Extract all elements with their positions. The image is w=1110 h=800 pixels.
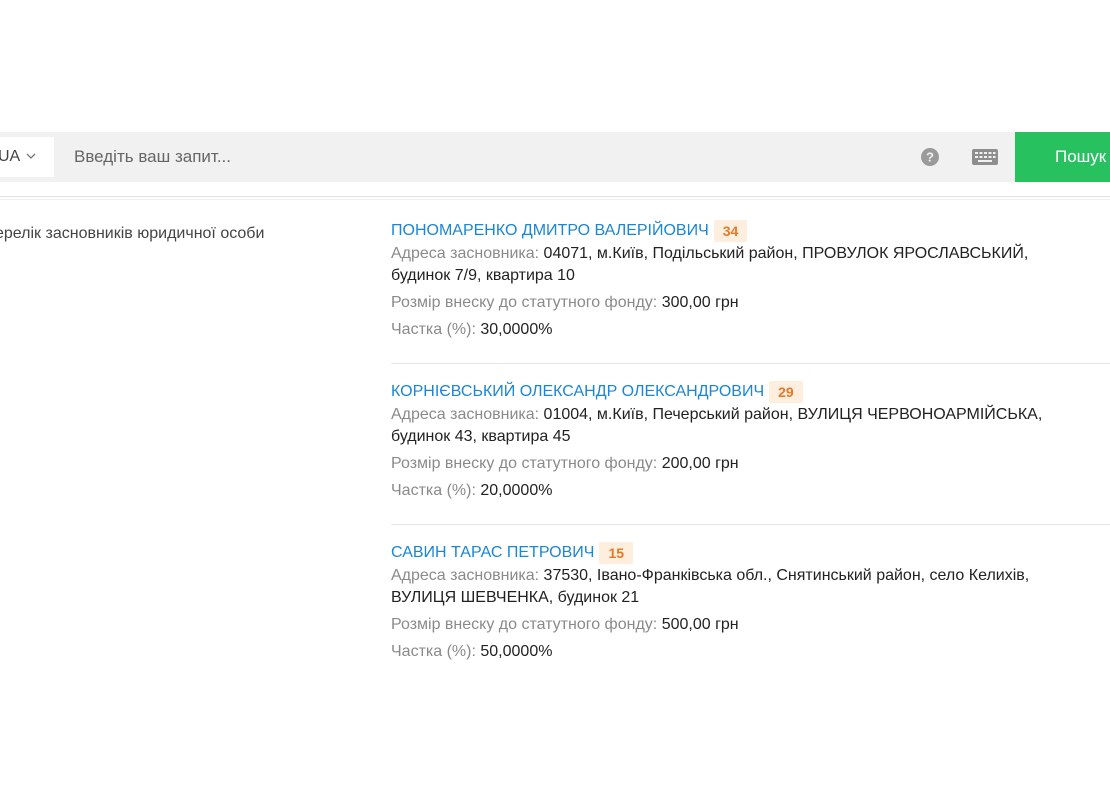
page: UA ? Пошук ерелік засновників юри [0, 0, 1110, 800]
founder-address: Адреса засновника: 37530, Івано-Франківс… [391, 565, 1110, 587]
section-label: ерелік засновників юридичної особи [0, 225, 265, 242]
search-button[interactable]: Пошук [1015, 132, 1110, 182]
address-label: Адреса засновника: [391, 567, 540, 584]
founder-share: Частка (%): 30,0000% [391, 319, 1110, 341]
divider [0, 199, 1110, 200]
address-label: Адреса засновника: [391, 406, 540, 423]
count-badge: 29 [769, 381, 803, 403]
address-value: 04071, м.Київ, Подільський район, ПРОВУЛ… [543, 245, 1029, 262]
keyboard-icon[interactable] [971, 147, 999, 167]
language-select[interactable]: UA [0, 137, 54, 177]
founder-item: САВИН ТАРАС ПЕТРОВИЧ 15 Адреса засновник… [391, 541, 1110, 685]
contribution-label: Розмір внеску до статутного фонду: [391, 616, 658, 633]
share-label: Частка (%): [391, 482, 476, 499]
address-value: 37530, Івано-Франківська обл., Снятинськ… [543, 567, 1030, 584]
contribution-label: Розмір внеску до статутного фонду: [391, 294, 658, 311]
founder-share: Частка (%): 50,0000% [391, 641, 1110, 663]
founder-contribution: Розмір внеску до статутного фонду: 500,0… [391, 614, 1110, 636]
search-input[interactable] [64, 137, 904, 177]
founder-address-cont: будинок 43, квартира 45 [391, 428, 571, 445]
contribution-value: 500,00 грн [661, 616, 739, 633]
contribution-value: 300,00 грн [661, 294, 739, 311]
address-value: 01004, м.Київ, Печерський район, ВУЛИЦЯ … [543, 406, 1043, 423]
svg-text:?: ? [926, 150, 934, 165]
founders-list: ПОНОМАРЕНКО ДМИТРО ВАЛЕРІЙОВИЧ 34 Адреса… [391, 219, 1110, 701]
address-label: Адреса засновника: [391, 245, 540, 262]
founder-address-cont: будинок 7/9, квартира 10 [391, 267, 575, 284]
founder-address: Адреса засновника: 04071, м.Київ, Поділь… [391, 243, 1110, 265]
founder-item: КОРНІЄВСЬКИЙ ОЛЕКСАНДР ОЛЕКСАНДРОВИЧ 29 … [391, 380, 1110, 525]
founder-address: Адреса засновника: 01004, м.Київ, Печерс… [391, 404, 1110, 426]
divider [0, 196, 1110, 197]
contribution-value: 200,00 грн [661, 455, 739, 472]
help-icon[interactable]: ? [920, 147, 940, 167]
chevron-down-icon [26, 153, 36, 159]
founder-name-link[interactable]: КОРНІЄВСЬКИЙ ОЛЕКСАНДР ОЛЕКСАНДРОВИЧ [391, 383, 764, 401]
share-label: Частка (%): [391, 321, 476, 338]
share-value: 30,0000% [480, 321, 553, 338]
founder-address-cont: ВУЛИЦЯ ШЕВЧЕНКА, будинок 21 [391, 589, 640, 606]
founder-contribution: Розмір внеску до статутного фонду: 300,0… [391, 292, 1110, 314]
founder-share: Частка (%): 20,0000% [391, 480, 1110, 502]
founder-name-link[interactable]: САВИН ТАРАС ПЕТРОВИЧ [391, 544, 594, 562]
language-label: UA [0, 148, 21, 165]
contribution-label: Розмір внеску до статутного фонду: [391, 455, 658, 472]
founder-name-link[interactable]: ПОНОМАРЕНКО ДМИТРО ВАЛЕРІЙОВИЧ [391, 222, 709, 240]
search-bar: UA ? Пошук [0, 132, 1110, 182]
founder-item: ПОНОМАРЕНКО ДМИТРО ВАЛЕРІЙОВИЧ 34 Адреса… [391, 219, 1110, 364]
share-label: Частка (%): [391, 643, 476, 660]
share-value: 20,0000% [480, 482, 553, 499]
count-badge: 15 [599, 542, 634, 564]
share-value: 50,0000% [480, 643, 553, 660]
founder-contribution: Розмір внеску до статутного фонду: 200,0… [391, 453, 1110, 475]
count-badge: 34 [713, 220, 748, 242]
